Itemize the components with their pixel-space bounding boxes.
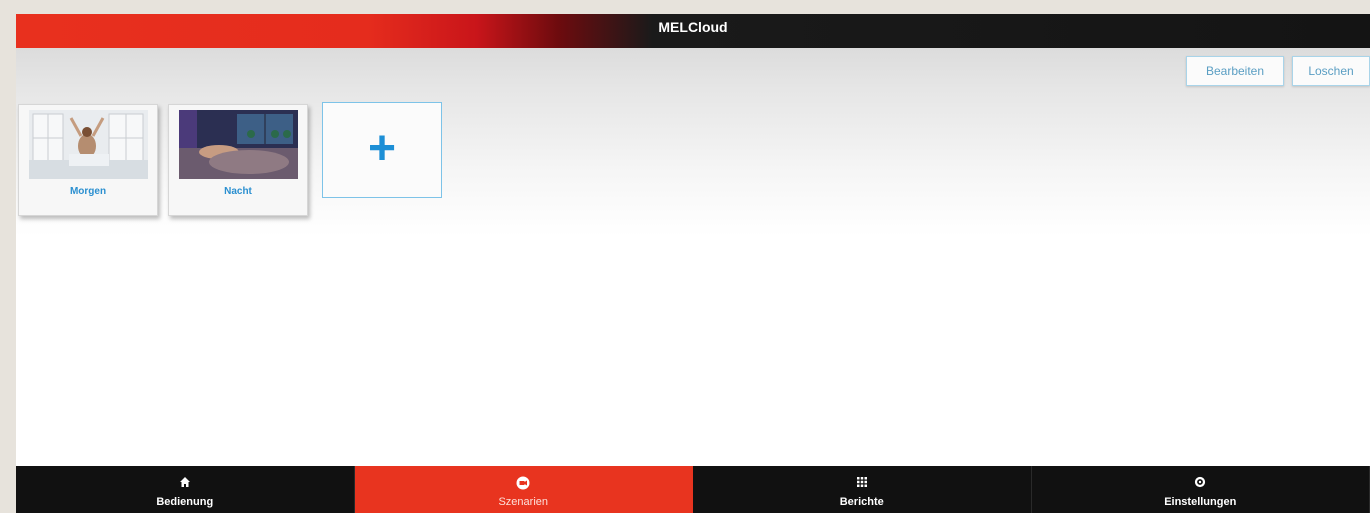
edit-button[interactable]: Bearbeiten	[1186, 56, 1284, 86]
nav-item-bedienung[interactable]: Bedienung	[16, 466, 355, 513]
plus-icon: +	[367, 122, 397, 175]
morning-scene-image	[29, 110, 148, 179]
camera-icon	[355, 476, 693, 490]
app-title: MELCloud	[658, 19, 728, 35]
title-bar: MELCloud	[16, 14, 1370, 48]
delete-button[interactable]: Loschen	[1292, 56, 1370, 86]
grid-icon	[693, 476, 1031, 490]
nav-item-label: Berichte	[839, 496, 884, 508]
scenario-label: Nacht	[224, 186, 252, 197]
home-icon	[16, 476, 354, 490]
night-scene-image	[179, 110, 298, 179]
nav-item-label: Bedienung	[156, 496, 214, 508]
bottom-nav: Bedienung Szenarien Berichte Einstellung…	[16, 466, 1370, 513]
add-scenario-button[interactable]: +	[322, 102, 442, 198]
scenario-tile-morgen[interactable]: Morgen	[18, 104, 158, 216]
scenario-tile-nacht[interactable]: Nacht	[168, 104, 308, 216]
gear-icon	[1032, 476, 1370, 490]
app-window: MELCloud Bearbeiten Loschen Morgen Nacht…	[16, 14, 1370, 513]
scenario-list: Morgen Nacht +	[18, 102, 442, 216]
scenario-content: Bearbeiten Loschen Morgen Nacht +	[16, 48, 1370, 466]
scenario-label: Morgen	[69, 186, 107, 197]
nav-item-label: Szenarien	[498, 496, 549, 508]
nav-item-label: Einstellungen	[1164, 496, 1237, 508]
nav-item-szenarien[interactable]: Szenarien	[354, 466, 693, 513]
nav-item-einstellungen[interactable]: Einstellungen	[1032, 466, 1370, 513]
nav-item-berichte[interactable]: Berichte	[693, 466, 1032, 513]
action-toolbar: Bearbeiten Loschen	[1186, 56, 1370, 86]
